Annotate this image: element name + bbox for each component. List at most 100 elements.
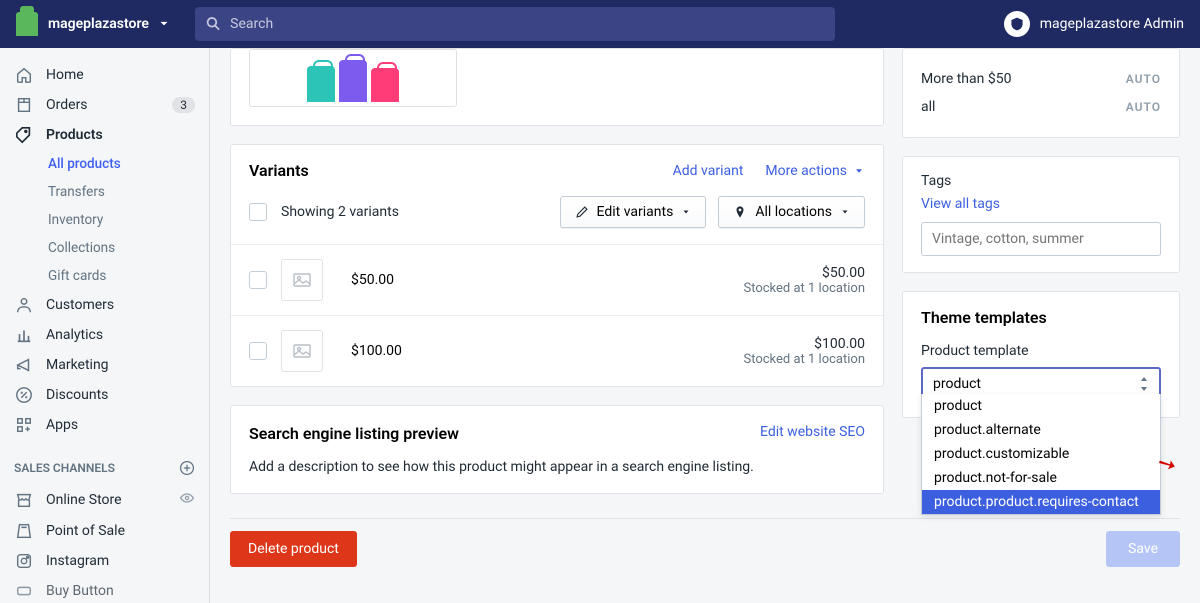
nav-analytics[interactable]: Analytics xyxy=(0,320,209,350)
template-option[interactable]: product.not-for-sale xyxy=(922,466,1160,490)
template-option[interactable]: product xyxy=(922,394,1160,418)
media-preview[interactable] xyxy=(249,49,457,107)
nav-online-store[interactable]: Online Store xyxy=(0,484,209,516)
product-image-icon xyxy=(307,60,399,106)
nav-customers[interactable]: Customers xyxy=(0,290,209,320)
nav-inventory[interactable]: Inventory xyxy=(0,206,209,234)
nav-orders[interactable]: Orders 3 xyxy=(0,90,209,120)
template-option[interactable]: product.customizable xyxy=(922,442,1160,466)
template-option[interactable]: product.alternate xyxy=(922,418,1160,442)
nav-marketing[interactable]: Marketing xyxy=(0,350,209,380)
pencil-icon xyxy=(575,205,589,219)
image-placeholder-icon xyxy=(281,259,323,301)
store-name: mageplazastore xyxy=(48,16,149,32)
template-label: Product template xyxy=(921,343,1161,359)
variant-checkbox[interactable] xyxy=(249,342,267,360)
nav-transfers[interactable]: Transfers xyxy=(0,178,209,206)
sidebar: Home Orders 3 Products All products Tran… xyxy=(0,48,210,603)
delete-product-button[interactable]: Delete product xyxy=(230,531,357,567)
caret-down-icon xyxy=(840,207,850,217)
store-icon xyxy=(14,491,34,509)
nav-discounts[interactable]: Discounts xyxy=(0,380,209,410)
seo-description: Add a description to see how this produc… xyxy=(249,459,865,475)
showing-text: Showing 2 variants xyxy=(281,204,399,220)
tags-card: Tags View all tags xyxy=(902,156,1180,273)
search-bar[interactable] xyxy=(195,7,835,41)
nav-buy-button[interactable]: Buy Button xyxy=(0,576,209,603)
store-switcher[interactable]: mageplazastore xyxy=(48,16,171,32)
apps-icon xyxy=(14,416,34,434)
admin-name: mageplazastore Admin xyxy=(1040,16,1184,32)
tags-input[interactable] xyxy=(921,222,1161,256)
collection-name: all xyxy=(921,99,935,115)
search-input[interactable] xyxy=(230,16,825,32)
pos-icon xyxy=(14,522,34,540)
nav-products[interactable]: Products xyxy=(0,120,209,150)
variant-title: $100.00 xyxy=(351,343,402,359)
search-icon xyxy=(205,15,222,33)
templates-title: Theme templates xyxy=(921,308,1161,327)
footer-actions: Delete product Save xyxy=(230,518,1180,567)
add-channel-icon[interactable] xyxy=(179,460,195,476)
main-content: Variants Add variant More actions Showin… xyxy=(210,48,1200,603)
nav-apps[interactable]: Apps xyxy=(0,410,209,440)
auto-badge: AUTO xyxy=(1126,100,1161,114)
edit-seo-link[interactable]: Edit website SEO xyxy=(760,424,865,443)
save-button[interactable]: Save xyxy=(1106,531,1180,567)
tags-title: Tags xyxy=(921,173,1161,189)
select-arrows-icon xyxy=(1139,377,1149,391)
template-dropdown: product product.alternate product.custom… xyxy=(921,394,1161,515)
chevron-down-icon xyxy=(157,17,171,31)
top-bar: mageplazastore mageplazastore Admin xyxy=(0,0,1200,48)
location-filter-button[interactable]: All locations xyxy=(718,196,865,228)
template-option-highlighted[interactable]: product.product.requires-contact xyxy=(922,490,1160,514)
customers-icon xyxy=(14,296,34,314)
caret-down-icon xyxy=(681,207,691,217)
seo-title: Search engine listing preview xyxy=(249,424,459,443)
more-actions-link[interactable]: More actions xyxy=(765,163,865,179)
add-variant-link[interactable]: Add variant xyxy=(673,163,744,179)
variant-title: $50.00 xyxy=(351,272,394,288)
eye-icon[interactable] xyxy=(179,490,195,510)
variant-row[interactable]: $100.00 $100.00 Stocked at 1 location xyxy=(231,316,883,386)
products-icon xyxy=(14,126,34,144)
avatar-icon xyxy=(1004,11,1030,37)
collections-card: More than $50 AUTO all AUTO xyxy=(902,48,1180,138)
nav-gift-cards[interactable]: Gift cards xyxy=(0,262,209,290)
orders-icon xyxy=(14,96,34,114)
variant-stock: Stocked at 1 location xyxy=(743,352,865,367)
variant-row[interactable]: $50.00 $50.00 Stocked at 1 location xyxy=(231,245,883,316)
caret-down-icon xyxy=(853,165,865,177)
select-all-checkbox[interactable] xyxy=(249,203,267,221)
nav-instagram[interactable]: Instagram xyxy=(0,546,209,576)
shopify-logo-icon xyxy=(16,12,38,36)
image-placeholder-icon xyxy=(281,330,323,372)
nav-home[interactable]: Home xyxy=(0,60,209,90)
seo-card: Search engine listing preview Edit websi… xyxy=(230,405,884,494)
variant-stock: Stocked at 1 location xyxy=(743,281,865,296)
marketing-icon xyxy=(14,356,34,374)
view-all-tags-link[interactable]: View all tags xyxy=(921,196,1000,212)
edit-variants-button[interactable]: Edit variants xyxy=(560,196,707,228)
location-icon xyxy=(733,205,747,219)
theme-templates-card: Theme templates Product template product… xyxy=(902,291,1180,418)
variants-card: Variants Add variant More actions Showin… xyxy=(230,144,884,387)
collection-name: More than $50 xyxy=(921,71,1011,87)
admin-menu[interactable]: mageplazastore Admin xyxy=(1004,11,1184,37)
variant-checkbox[interactable] xyxy=(249,271,267,289)
home-icon xyxy=(14,66,34,84)
instagram-icon xyxy=(14,552,34,570)
discounts-icon xyxy=(14,386,34,404)
auto-badge: AUTO xyxy=(1126,72,1161,86)
variant-price: $100.00 xyxy=(743,336,865,352)
template-selected: product xyxy=(933,376,981,392)
orders-badge: 3 xyxy=(172,97,195,113)
analytics-icon xyxy=(14,326,34,344)
nav-pos[interactable]: Point of Sale xyxy=(0,516,209,546)
nav-all-products[interactable]: All products xyxy=(0,150,209,178)
buy-button-icon xyxy=(14,582,34,600)
media-card xyxy=(230,48,884,126)
variants-title: Variants xyxy=(249,161,309,180)
nav-collections[interactable]: Collections xyxy=(0,234,209,262)
sales-channels-title: SALES CHANNELS xyxy=(0,440,209,484)
